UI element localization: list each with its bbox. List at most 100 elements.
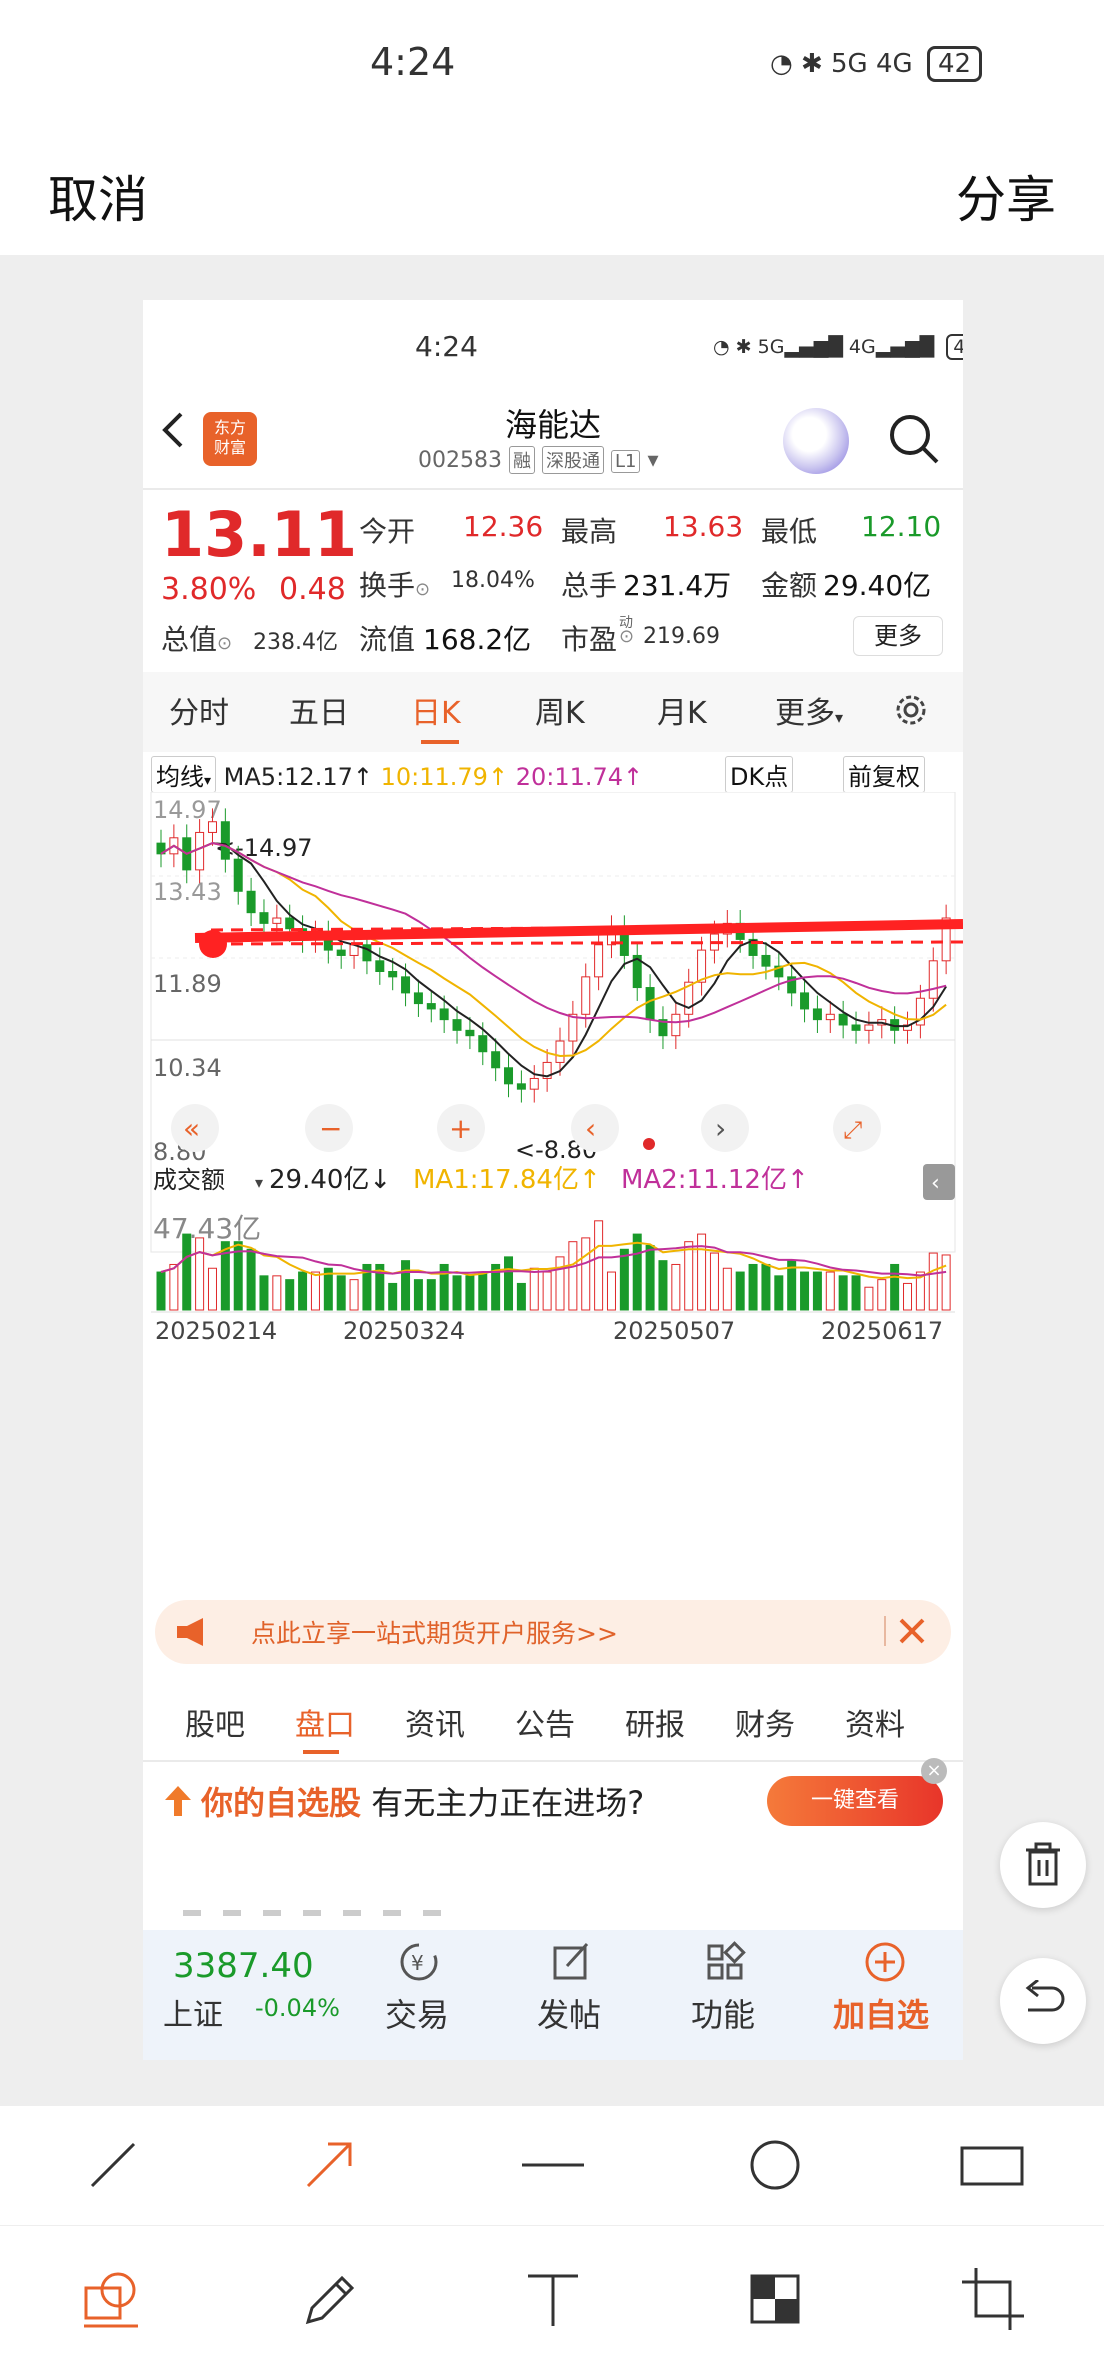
ad-text[interactable]: 点此立享一站式期货开户服务>> (251, 1614, 618, 1650)
tab-intraday[interactable]: 分时 (169, 688, 229, 732)
gear-icon[interactable] (891, 690, 931, 730)
volume-bar (478, 1271, 488, 1311)
tab-monthly-k[interactable]: 月K (657, 688, 707, 732)
tab-financials[interactable]: 财务 (735, 1700, 795, 1744)
candle-body (800, 992, 810, 1010)
market-cap-label: 总值⊙ (161, 623, 233, 656)
float-cap-label: 流值 (359, 623, 416, 656)
candle-body (928, 960, 938, 999)
zoom-in-button[interactable]: + (437, 1104, 485, 1152)
chevron-down-icon: ▾ (204, 773, 212, 789)
volume-bar (838, 1275, 848, 1311)
candle-body (272, 917, 282, 924)
page-indicator-dot (643, 1138, 655, 1150)
check-now-button[interactable]: 一键查看 (767, 1776, 943, 1826)
zoom-out-button[interactable]: − (305, 1104, 353, 1152)
functions-button[interactable]: 功能 (691, 1990, 755, 2036)
circle-tool-icon[interactable] (740, 2130, 810, 2200)
scroll-left-fast-button[interactable]: « (171, 1104, 219, 1152)
candle-body (761, 954, 771, 967)
volume-bar (207, 1267, 217, 1311)
active-tab-indicator (303, 1750, 339, 1754)
candle-body (388, 971, 398, 978)
horizontal-line-tool-icon[interactable] (518, 2130, 588, 2200)
rectangle-tool-icon[interactable] (958, 2130, 1028, 2200)
volume-bar (851, 1275, 861, 1311)
delete-button[interactable] (1000, 1822, 1086, 1908)
volume-label: 总手 (561, 569, 618, 602)
tab-forum[interactable]: 股吧 (185, 1700, 245, 1744)
chevron-down-icon: ▾ (835, 708, 844, 727)
tab-daily-k[interactable]: 日K (411, 688, 461, 732)
trade-button[interactable]: 交易 (385, 1990, 449, 2036)
volume-bar (310, 1271, 320, 1311)
status-icons: ◔ ✱ 5G 4G 42 (770, 46, 983, 82)
date-label: 20250617 (821, 1317, 943, 1345)
tab-announcements[interactable]: 公告 (515, 1700, 575, 1744)
tab-more[interactable]: 更多▾ (775, 688, 843, 732)
tab-profile[interactable]: 资料 (845, 1700, 905, 1744)
candle-body (452, 1019, 462, 1031)
volume-label[interactable]: 成交额 (153, 1166, 225, 1194)
data-speed-icon: ◔ (713, 336, 730, 358)
tab-order-book[interactable]: 盘口 (295, 1700, 355, 1744)
close-icon[interactable] (883, 1606, 933, 1656)
tab-five-day[interactable]: 五日 (289, 688, 349, 732)
info-icon: ⊙ (619, 626, 635, 647)
bluetooth-icon: ✱ (800, 49, 823, 79)
tab-weekly-k[interactable]: 周K (535, 688, 585, 732)
ai-assistant-icon[interactable] (783, 408, 849, 474)
open-value: 12.36 (463, 510, 544, 543)
close-icon[interactable]: × (921, 1758, 947, 1784)
line-tool-icon[interactable] (78, 2130, 148, 2200)
candle-body (516, 1083, 526, 1090)
add-watchlist-button[interactable]: 加自选 (833, 1990, 929, 2036)
pe-value: 219.69 (643, 624, 720, 649)
post-button[interactable]: 发帖 (537, 1990, 601, 2036)
adjust-select[interactable]: 前复权 (843, 756, 925, 793)
data-speed-icon: ◔ (770, 49, 793, 79)
text-tool-icon[interactable] (518, 2264, 588, 2334)
volume-bar (156, 1271, 166, 1311)
kline-chart[interactable]: 14.97 13.43 11.89 10.34 8.80 <-14.97 <-8… (143, 792, 963, 1462)
high-label: 最高 (561, 515, 618, 548)
ma-type-select[interactable]: 均线▾ (151, 756, 217, 793)
volume-bar (941, 1254, 951, 1311)
scroll-left-button[interactable]: ‹ (571, 1104, 619, 1152)
stock-code-row[interactable]: 002583 融 深股通 L1 ▾ (418, 446, 659, 474)
arrow-tool-icon[interactable] (294, 2130, 364, 2200)
cancel-button[interactable]: 取消 (48, 160, 148, 232)
mosaic-tool-icon[interactable] (740, 2264, 810, 2334)
more-quote-button[interactable]: 更多 (853, 616, 943, 656)
candle-body (195, 831, 205, 871)
candle-body (233, 858, 243, 892)
index-name: 上证 (163, 1998, 223, 2033)
scroll-right-button[interactable]: › (701, 1104, 749, 1152)
bluetooth-icon: ✱ (735, 336, 752, 358)
dk-point-button[interactable]: DK点 (725, 756, 794, 793)
volume-bar (812, 1271, 822, 1311)
share-button[interactable]: 分享 (956, 160, 1056, 232)
search-icon[interactable] (885, 410, 943, 468)
low-label: 最低 (761, 515, 818, 548)
volume-bar (594, 1220, 604, 1311)
chevron-down-icon: ▾ (647, 448, 659, 473)
shapes-tool-icon[interactable] (78, 2264, 148, 2334)
candle-body (864, 1024, 874, 1031)
index-value[interactable]: 3387.40 (173, 1946, 314, 1986)
pen-tool-icon[interactable] (294, 2264, 364, 2334)
tab-research[interactable]: 研报 (625, 1700, 685, 1744)
candle-body (529, 1077, 539, 1090)
candle-body (426, 1003, 436, 1010)
screenshot-canvas[interactable]: 4:24 ◔ ✱ 5G▂▄▆█ 4G▂▄▆█ 42 东方 财富 海能达 0025… (143, 300, 963, 2060)
volume-bar (246, 1248, 256, 1311)
candle-body (645, 987, 655, 1021)
undo-button[interactable] (1000, 1958, 1086, 2044)
crop-tool-icon[interactable] (958, 2264, 1028, 2334)
fullscreen-button[interactable]: ⤢ (833, 1104, 881, 1152)
turnover-label: 换手⊙ (359, 569, 431, 602)
tab-news[interactable]: 资讯 (405, 1700, 465, 1744)
active-tab-indicator (421, 740, 459, 744)
candle-body (671, 1013, 681, 1037)
divider (143, 488, 963, 490)
